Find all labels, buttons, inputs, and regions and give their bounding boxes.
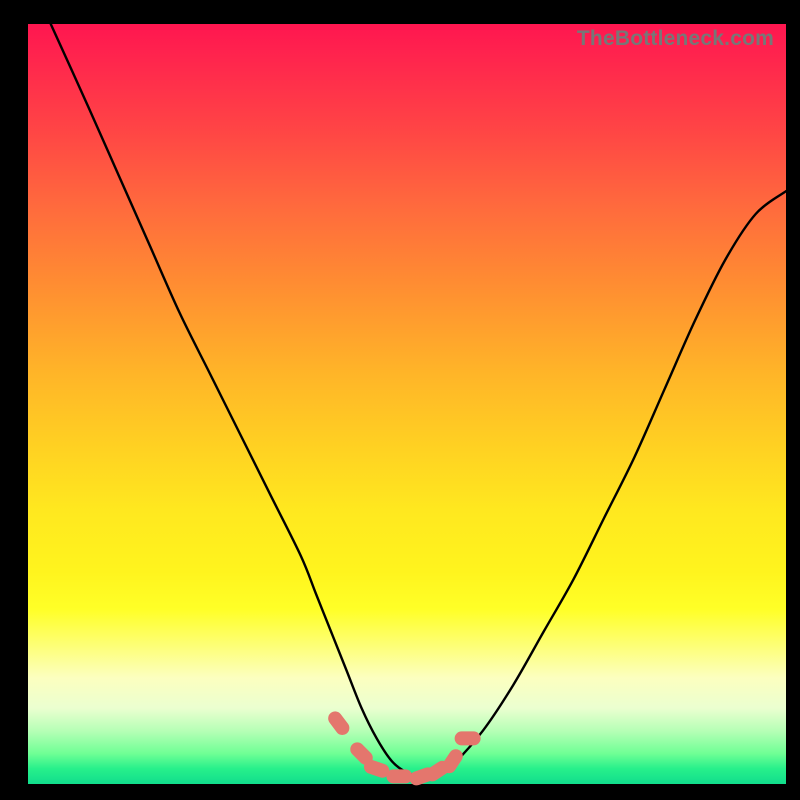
marker-segment xyxy=(386,769,412,783)
plot-area: TheBottleneck.com xyxy=(28,24,786,784)
marker-segment xyxy=(455,731,481,745)
chart-frame: TheBottleneck.com xyxy=(0,0,800,800)
marker-segment xyxy=(325,709,352,738)
marker-group xyxy=(28,24,786,784)
